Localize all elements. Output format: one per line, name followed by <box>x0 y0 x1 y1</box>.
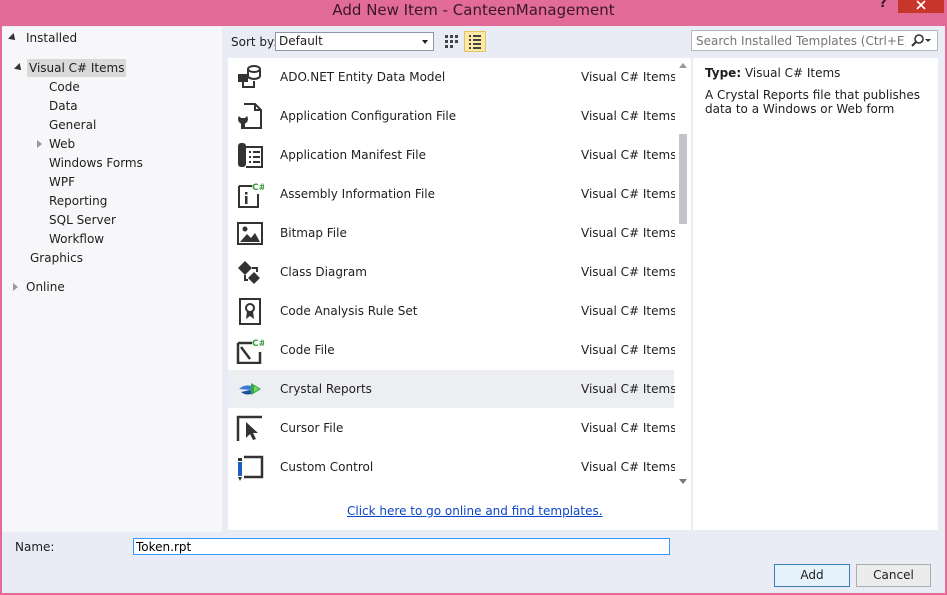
template-category: Visual C# Items <box>581 304 677 318</box>
svg-text:C#: C# <box>252 339 264 349</box>
template-item[interactable]: C# Assembly Information File Visual C# I… <box>228 175 677 213</box>
grid-view-icon <box>445 35 458 48</box>
template-item[interactable]: Bitmap File Visual C# Items <box>228 214 677 252</box>
template-name: ADO.NET Entity Data Model <box>280 70 446 84</box>
template-name: Class Diagram <box>280 265 367 279</box>
template-name: Cursor File <box>280 421 344 435</box>
template-details <box>693 58 938 530</box>
add-button[interactable]: Add <box>774 564 850 587</box>
class-diagram-icon <box>236 258 264 286</box>
tree-node-windows-forms[interactable]: Windows Forms <box>49 154 143 172</box>
tree-node-wpf[interactable]: WPF <box>49 173 75 191</box>
manifest-file-icon <box>236 141 264 169</box>
template-category: Visual C# Items <box>581 226 677 240</box>
title-bar: Add New Item - CanteenManagement ? <box>0 0 947 26</box>
code-file-icon: C# <box>236 336 266 365</box>
cancel-button[interactable]: Cancel <box>856 564 931 587</box>
crystal-reports-icon <box>236 375 264 403</box>
template-category: Visual C# Items <box>581 187 677 201</box>
template-name: Application Configuration File <box>280 109 457 123</box>
template-category: Visual C# Items <box>581 460 677 474</box>
template-item-selected[interactable]: Crystal Reports Visual C# Items <box>228 370 677 408</box>
template-type: Type: Visual C# Items <box>705 66 840 80</box>
type-label: Type: <box>705 66 742 80</box>
scroll-down-arrow-icon[interactable] <box>679 479 687 484</box>
close-button[interactable] <box>898 0 944 13</box>
tree-node-label: Online <box>26 280 65 294</box>
scroll-thumb[interactable] <box>679 134 687 224</box>
template-item[interactable]: Class Diagram Visual C# Items <box>228 253 677 291</box>
template-item[interactable]: Code Analysis Rule Set Visual C# Items <box>228 292 677 330</box>
rule-set-icon <box>236 297 264 325</box>
template-item[interactable]: C# Code File Visual C# Items <box>228 331 677 369</box>
tree-node-label: Visual C# Items <box>27 59 127 77</box>
tree-node-code[interactable]: Code <box>49 78 80 96</box>
type-value: Visual C# Items <box>744 66 841 80</box>
svg-text:C#: C# <box>252 183 264 193</box>
help-button[interactable]: ? <box>874 0 892 14</box>
template-category: Visual C# Items <box>581 148 677 162</box>
assembly-info-icon: C# <box>236 180 266 208</box>
name-field[interactable] <box>133 538 670 555</box>
sort-by-label: Sort by: <box>231 35 278 49</box>
search-icon[interactable] <box>911 34 931 51</box>
template-category: Visual C# Items <box>581 70 677 84</box>
template-name: Bitmap File <box>280 226 347 240</box>
list-view-button[interactable] <box>464 31 486 52</box>
tree-node-label: Web <box>49 137 76 151</box>
tree-node-graphics[interactable]: Graphics <box>30 249 83 267</box>
tree-node-general[interactable]: General <box>49 116 96 134</box>
template-item[interactable]: Custom Control Visual C# Items <box>228 448 677 486</box>
template-category: Visual C# Items <box>581 421 677 435</box>
cursor-file-icon <box>236 414 264 442</box>
template-category: Visual C# Items <box>581 343 677 357</box>
tree-node-label: Installed <box>26 31 78 45</box>
config-file-icon <box>236 102 264 130</box>
name-label: Name: <box>15 540 55 554</box>
template-name: Code File <box>280 343 335 357</box>
close-icon <box>916 0 926 10</box>
template-category: Visual C# Items <box>581 265 677 279</box>
template-category: Visual C# Items <box>581 109 677 123</box>
template-item[interactable]: Application Manifest File Visual C# Item… <box>228 136 677 174</box>
list-view-icon <box>469 35 481 49</box>
template-name: Code Analysis Rule Set <box>280 304 418 318</box>
tree-node-workflow[interactable]: Workflow <box>49 230 104 248</box>
custom-control-icon <box>236 453 264 481</box>
tree-node-sql-server[interactable]: SQL Server <box>49 211 116 229</box>
template-description: A Crystal Reports file that publishes da… <box>705 88 921 116</box>
chevron-down-icon <box>422 40 428 44</box>
collapse-arrow-icon <box>13 283 18 291</box>
template-category: Visual C# Items <box>581 382 677 396</box>
tree-node-data[interactable]: Data <box>49 97 78 115</box>
template-item[interactable]: Cursor File Visual C# Items <box>228 409 677 447</box>
online-templates-link[interactable]: Click here to go online and find templat… <box>347 504 603 518</box>
sort-by-dropdown[interactable]: Default <box>275 32 434 51</box>
template-name: Crystal Reports <box>280 382 372 396</box>
entity-model-icon <box>236 63 264 91</box>
template-name: Assembly Information File <box>280 187 436 201</box>
tree-node-reporting[interactable]: Reporting <box>49 192 107 210</box>
search-input[interactable] <box>696 33 906 48</box>
template-list-scrollbar[interactable] <box>675 58 691 493</box>
template-name: Custom Control <box>280 460 374 474</box>
bitmap-icon <box>236 219 264 247</box>
template-name: Application Manifest File <box>280 148 426 162</box>
collapse-arrow-icon <box>37 140 42 148</box>
scroll-up-arrow-icon[interactable] <box>679 63 687 68</box>
template-item[interactable]: Application Configuration File Visual C#… <box>228 97 677 135</box>
sort-by-value: Default <box>279 34 323 48</box>
window-title: Add New Item - CanteenManagement <box>332 1 615 19</box>
small-icons-view-button[interactable] <box>440 31 462 52</box>
search-templates-box[interactable] <box>691 30 938 51</box>
template-item[interactable]: ADO.NET Entity Data Model Visual C# Item… <box>228 58 677 96</box>
